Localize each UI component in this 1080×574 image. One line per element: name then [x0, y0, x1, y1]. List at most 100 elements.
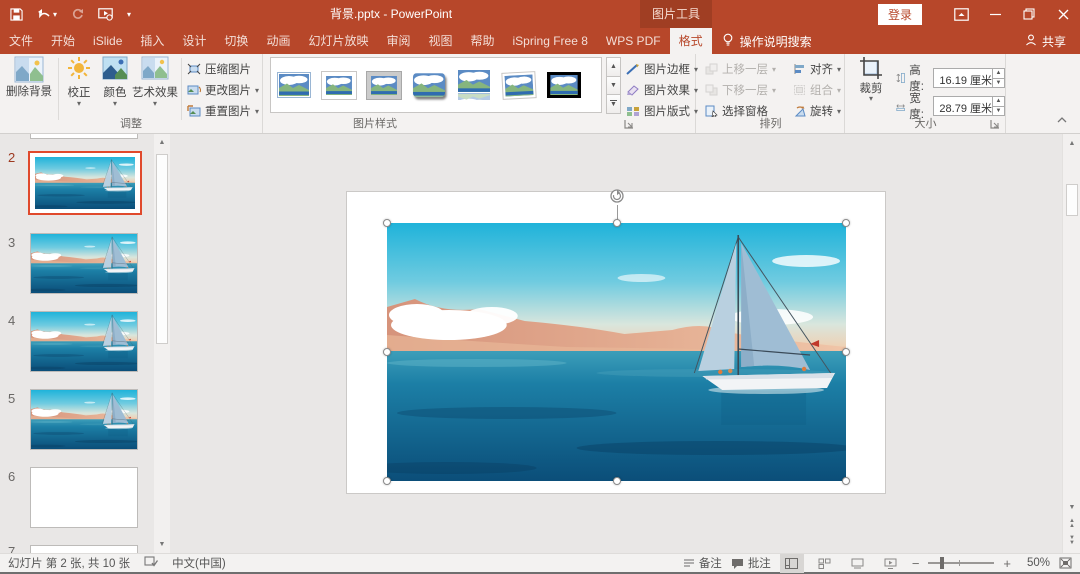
style-moderate-frame-black[interactable] — [545, 62, 583, 108]
display-settings-icon[interactable] — [144, 555, 159, 571]
tab-wps-pdf[interactable]: WPS PDF — [597, 28, 670, 54]
slide-editing-surface[interactable] — [346, 189, 886, 494]
gallery-scroll-up[interactable]: ▲ — [606, 57, 621, 77]
handle-bottom-left[interactable] — [383, 477, 391, 485]
compress-pictures-button[interactable]: 压缩图片 — [187, 59, 251, 79]
height-down[interactable]: ▼ — [993, 78, 1004, 88]
picture-border-button[interactable]: 图片边框 ▾ — [626, 59, 698, 79]
slide-2-thumbnail[interactable] — [28, 151, 142, 215]
align-button[interactable]: 对齐 ▾ — [793, 59, 841, 79]
handle-bottom-center[interactable] — [612, 477, 621, 485]
bring-forward-button[interactable]: 上移一层 ▾ — [705, 59, 776, 79]
scroll-up-icon[interactable]: ▲ — [1063, 136, 1080, 150]
tab-animations[interactable]: 动画 — [257, 28, 299, 54]
tab-home[interactable]: 开始 — [42, 28, 84, 54]
tab-help[interactable]: 帮助 — [462, 28, 504, 54]
height-input[interactable]: 16.19 厘米 ▲ ▼ — [933, 68, 1005, 88]
restore-button[interactable] — [1012, 0, 1046, 28]
zoom-slider[interactable] — [928, 557, 995, 569]
thumbnail-scroll-down-icon[interactable]: ▼ — [154, 538, 170, 551]
save-icon[interactable] — [10, 7, 23, 21]
handle-top-right[interactable] — [842, 219, 850, 227]
undo-dropdown-caret[interactable]: ▾ — [53, 10, 57, 18]
start-slideshow-icon[interactable] — [98, 7, 113, 21]
slide-counter[interactable]: 幻灯片 第 2 张, 共 10 张 — [8, 555, 130, 571]
tell-me-search[interactable]: 操作说明搜索 — [712, 28, 822, 54]
style-beveled-matte-white[interactable] — [320, 62, 358, 108]
gallery-scroll-down[interactable]: ▼ — [606, 75, 621, 96]
picture-layout-button[interactable]: 图片版式 ▾ — [626, 101, 698, 121]
slide-4-thumbnail[interactable] — [30, 311, 138, 372]
slide-3-thumbnail[interactable] — [30, 233, 138, 294]
zoom-in-button[interactable]: + — [1003, 556, 1011, 571]
zoom-out-button[interactable]: − — [912, 556, 920, 571]
minimize-button[interactable] — [978, 0, 1012, 28]
tab-design[interactable]: 设计 — [173, 28, 215, 54]
handle-bottom-right[interactable] — [842, 477, 850, 485]
sign-in-button[interactable]: 登录 — [877, 3, 922, 25]
tab-islide[interactable]: iSlide — [84, 28, 131, 54]
rotation-handle[interactable] — [608, 187, 626, 205]
style-reflected-rectangle[interactable] — [455, 62, 493, 108]
collapse-ribbon-button[interactable] — [1056, 113, 1068, 127]
slide-sorter-view-button[interactable] — [813, 554, 837, 573]
send-backward-button[interactable]: 下移一层 ▾ — [705, 80, 776, 100]
size-dialog-launcher[interactable] — [990, 119, 1001, 130]
selected-picture[interactable] — [383, 189, 850, 485]
change-picture-button[interactable]: 更改图片 ▾ — [187, 80, 259, 100]
handle-top-left[interactable] — [383, 219, 391, 227]
normal-view-button[interactable] — [779, 553, 804, 573]
tab-insert[interactable]: 插入 — [131, 28, 173, 54]
style-drop-shadow-rectangle[interactable] — [410, 62, 448, 108]
qat-customize-caret[interactable]: ▾ — [127, 10, 131, 18]
remove-background-button[interactable]: 删除背景 — [3, 56, 55, 98]
height-up[interactable]: ▲ — [993, 69, 1004, 78]
gallery-more-button[interactable]: ▼ — [606, 94, 621, 115]
compress-pictures-icon — [187, 63, 201, 75]
ribbon-display-options-icon[interactable] — [944, 0, 978, 28]
tab-format[interactable]: 格式 — [669, 28, 712, 54]
slide-1-thumbnail-sliver[interactable] — [30, 134, 138, 139]
undo-icon[interactable]: ▾ — [37, 8, 57, 20]
close-button[interactable] — [1046, 0, 1080, 28]
zoom-percentage[interactable]: 50% — [1020, 557, 1050, 569]
picture-styles-dialog-launcher[interactable] — [624, 119, 635, 130]
slideshow-view-button[interactable] — [879, 554, 903, 573]
tab-slideshow[interactable]: 幻灯片放映 — [299, 28, 377, 54]
style-metal-frame[interactable] — [365, 62, 403, 108]
thumbnail-scroll-up-icon[interactable]: ▲ — [154, 136, 170, 149]
handle-mid-left[interactable] — [383, 348, 391, 356]
notes-button[interactable]: 备注 — [683, 555, 722, 571]
zoom-slider-knob[interactable] — [940, 557, 945, 569]
language-indicator[interactable]: 中文(中国) — [172, 555, 226, 571]
tab-review[interactable]: 审阅 — [377, 28, 419, 54]
width-up[interactable]: ▲ — [993, 97, 1004, 106]
previous-slide-button[interactable]: ▲ ▲ — [1063, 517, 1080, 531]
comments-button[interactable]: 批注 — [731, 555, 771, 571]
scroll-thumb[interactable] — [1066, 184, 1078, 216]
handle-top-center[interactable] — [612, 219, 621, 227]
color-button[interactable]: 颜色 ▾ — [98, 56, 132, 108]
slide-5-thumbnail[interactable] — [30, 389, 138, 450]
scroll-down-icon[interactable]: ▼ — [1063, 500, 1080, 514]
share-button[interactable]: 共享 — [1011, 28, 1080, 54]
tab-ispring[interactable]: iSpring Free 8 — [504, 28, 597, 54]
reading-view-button[interactable] — [846, 554, 870, 573]
style-relaxed-perspective-white[interactable] — [500, 62, 538, 108]
width-input[interactable]: 28.79 厘米 ▲ ▼ — [933, 96, 1005, 116]
slide-6-thumbnail[interactable] — [30, 467, 138, 528]
picture-effects-button[interactable]: 图片效果 ▾ — [626, 80, 698, 100]
corrections-button[interactable]: 校正 ▾ — [62, 56, 96, 108]
slide-7-thumbnail[interactable] — [30, 545, 138, 553]
artistic-effects-button[interactable]: 艺术效果 ▾ — [132, 56, 178, 108]
style-simple-frame-white[interactable] — [275, 62, 313, 108]
next-slide-button[interactable]: ▼ ▼ — [1063, 534, 1080, 548]
thumbnail-scroll-thumb[interactable] — [156, 154, 168, 344]
crop-button[interactable]: 裁剪 ▾ — [852, 56, 890, 103]
tab-transitions[interactable]: 切换 — [215, 28, 257, 54]
tab-file[interactable]: 文件 — [0, 28, 42, 54]
tab-view[interactable]: 视图 — [419, 28, 461, 54]
handle-mid-right[interactable] — [842, 348, 850, 356]
fit-slide-to-window-button[interactable] — [1059, 557, 1072, 569]
group-objects-button[interactable]: 组合 ▾ — [793, 80, 841, 100]
